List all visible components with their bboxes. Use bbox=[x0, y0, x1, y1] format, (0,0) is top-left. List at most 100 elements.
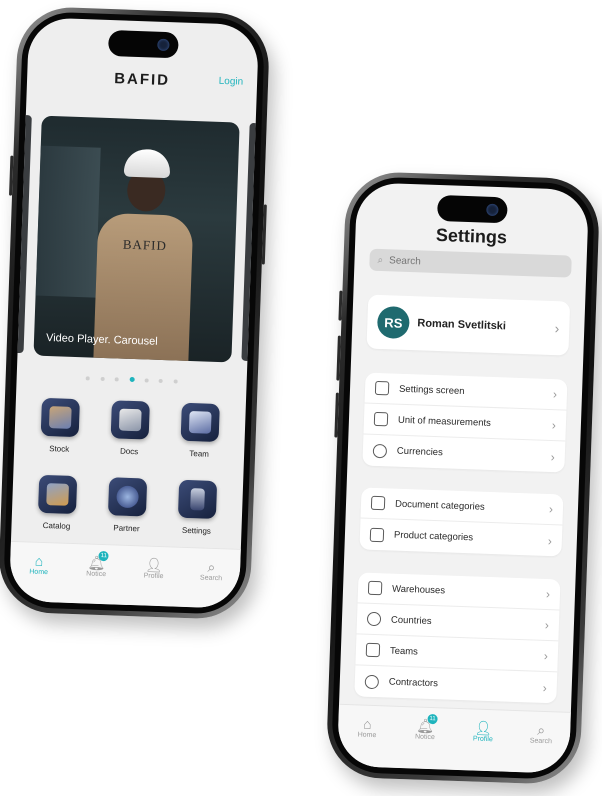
chevron-right-icon: › bbox=[554, 320, 560, 337]
team-icon bbox=[365, 642, 381, 658]
tile-label: Partner bbox=[113, 523, 140, 534]
tab-label: Home bbox=[357, 731, 377, 740]
tab-search[interactable]: ⌕ Search bbox=[520, 721, 562, 773]
team-icon bbox=[180, 402, 220, 443]
ruler-icon bbox=[373, 411, 389, 427]
warehouse-icon bbox=[367, 580, 383, 596]
chevron-right-icon: › bbox=[548, 502, 554, 517]
volume-up-button bbox=[336, 335, 341, 381]
action-button bbox=[338, 290, 343, 321]
chevron-right-icon: › bbox=[542, 680, 547, 695]
chevron-right-icon: › bbox=[551, 418, 557, 433]
carousel-caption: Video Player. Carousel bbox=[45, 331, 158, 348]
search-input[interactable] bbox=[386, 253, 542, 273]
home-phone-mockup: BAFID Login BAFID Video Player. Carousel bbox=[0, 5, 271, 621]
chevron-right-icon: › bbox=[552, 387, 558, 402]
profile-card[interactable]: RS Roman Svetlitski › bbox=[366, 294, 571, 356]
profile-name: Roman Svetlitski bbox=[417, 317, 507, 333]
settings-item-label: Countries bbox=[390, 614, 432, 627]
tab-label: Profile bbox=[143, 572, 164, 581]
settings-screen: Settings ⌕ RS Roman Svetlitski › Setting… bbox=[336, 182, 590, 774]
settings-item-label: Unit of measurements bbox=[397, 414, 492, 429]
home-screen: BAFID Login BAFID Video Player. Carousel bbox=[8, 17, 260, 609]
bottom-tab-bar: ⌂ Home 🔔︎ 11 Notice 👤︎ Profile ⌕ Search bbox=[8, 540, 241, 609]
search-icon: ⌕ bbox=[537, 721, 546, 739]
document-icon bbox=[370, 495, 386, 511]
chevron-right-icon: › bbox=[545, 586, 551, 602]
volume-button bbox=[9, 155, 14, 196]
tile-docs[interactable]: Docs bbox=[94, 400, 166, 457]
tab-profile[interactable]: 👤︎ Profile bbox=[133, 556, 175, 606]
jacket-brand-text: BAFID bbox=[122, 236, 168, 254]
search-icon: ⌕ bbox=[377, 254, 384, 266]
settings-item-label: Document categories bbox=[394, 498, 485, 513]
settings-item-contractors[interactable]: Contractors › bbox=[354, 665, 557, 703]
person-icon: 👤︎ bbox=[474, 719, 493, 737]
tile-label: Settings bbox=[181, 525, 212, 536]
search-icon: ⌕ bbox=[207, 558, 216, 575]
settings-group-general: Settings screen › Unit of measurements ›… bbox=[362, 372, 568, 473]
settings-item-currencies[interactable]: Currencies › bbox=[362, 434, 565, 472]
dynamic-island bbox=[436, 194, 508, 224]
phone-gear-icon bbox=[374, 380, 390, 396]
tile-label: Docs bbox=[119, 446, 139, 457]
tab-label: Home bbox=[29, 568, 49, 577]
tab-profile[interactable]: 👤︎ Profile bbox=[462, 719, 504, 771]
bell-icon: 🔔︎ bbox=[87, 554, 106, 572]
login-link[interactable]: Login bbox=[218, 76, 243, 88]
tab-label: Notice bbox=[414, 733, 435, 742]
settings-item-product-categories[interactable]: Product categories › bbox=[359, 518, 562, 556]
bottom-tab-bar: ⌂ Home 🔔︎ 11 Notice 👤︎ Profile ⌕ Search bbox=[336, 703, 571, 774]
settings-item-label: Contractors bbox=[388, 676, 439, 690]
tab-notice[interactable]: 🔔︎ 11 Notice bbox=[404, 713, 446, 769]
avatar: RS bbox=[376, 305, 410, 340]
carousel-pagination bbox=[16, 365, 246, 391]
carousel-dot[interactable] bbox=[114, 377, 119, 382]
carousel-dot[interactable] bbox=[158, 378, 164, 384]
stock-icon bbox=[40, 397, 80, 438]
tile-stock[interactable]: Stock bbox=[24, 397, 96, 454]
home-header: BAFID Login bbox=[27, 63, 258, 97]
carousel-dot[interactable] bbox=[144, 378, 149, 383]
page-title: Settings bbox=[435, 224, 508, 248]
tab-label: Search bbox=[529, 737, 553, 746]
chevron-right-icon: › bbox=[543, 648, 549, 664]
dynamic-island bbox=[107, 29, 179, 59]
settings-item-label: Settings screen bbox=[398, 383, 465, 397]
tile-team[interactable]: Team bbox=[164, 402, 236, 459]
settings-group-organization: Warehouses › Countries › Teams › Contrac… bbox=[354, 572, 561, 704]
bell-icon: 🔔︎ bbox=[416, 717, 435, 735]
tile-settings[interactable]: Settings bbox=[161, 479, 233, 536]
handshake-icon bbox=[364, 674, 380, 689]
home-icon: ⌂ bbox=[34, 552, 44, 569]
tile-catalog[interactable]: Catalog bbox=[21, 474, 93, 531]
volume-down-button bbox=[334, 392, 339, 438]
electrical-panel-image bbox=[35, 145, 101, 298]
tile-partner[interactable]: Partner bbox=[91, 477, 163, 534]
chevron-right-icon: › bbox=[550, 449, 556, 464]
tab-home[interactable]: ⌂ Home bbox=[18, 552, 60, 602]
hard-hat-image bbox=[123, 148, 171, 179]
tile-label: Catalog bbox=[42, 520, 71, 531]
carousel-dot[interactable] bbox=[173, 379, 178, 384]
settings-item-label: Currencies bbox=[396, 445, 443, 459]
tab-label: Notice bbox=[86, 570, 107, 579]
tab-label: Profile bbox=[472, 735, 493, 744]
search-bar[interactable]: ⌕ bbox=[369, 248, 572, 278]
partner-icon bbox=[107, 477, 148, 517]
settings-item-label: Teams bbox=[389, 645, 419, 658]
product-list-icon bbox=[369, 527, 385, 542]
tab-notice[interactable]: 🔔︎ 11 Notice bbox=[75, 550, 117, 604]
feature-grid: Stock Docs Team Catalog Partner Settings bbox=[21, 397, 235, 536]
settings-group-categories: Document categories › Product categories… bbox=[359, 487, 564, 557]
chevron-right-icon: › bbox=[547, 533, 553, 548]
carousel-dot[interactable] bbox=[100, 376, 105, 382]
tab-home[interactable]: ⌂ Home bbox=[346, 715, 388, 767]
video-carousel[interactable]: BAFID Video Player. Carousel bbox=[33, 115, 240, 363]
currency-icon bbox=[372, 443, 388, 458]
catalog-icon bbox=[37, 474, 78, 515]
tab-search[interactable]: ⌕ Search bbox=[190, 558, 232, 608]
globe-icon bbox=[366, 611, 382, 627]
carousel-dot-active[interactable] bbox=[129, 376, 135, 383]
carousel-dot[interactable] bbox=[85, 376, 90, 381]
